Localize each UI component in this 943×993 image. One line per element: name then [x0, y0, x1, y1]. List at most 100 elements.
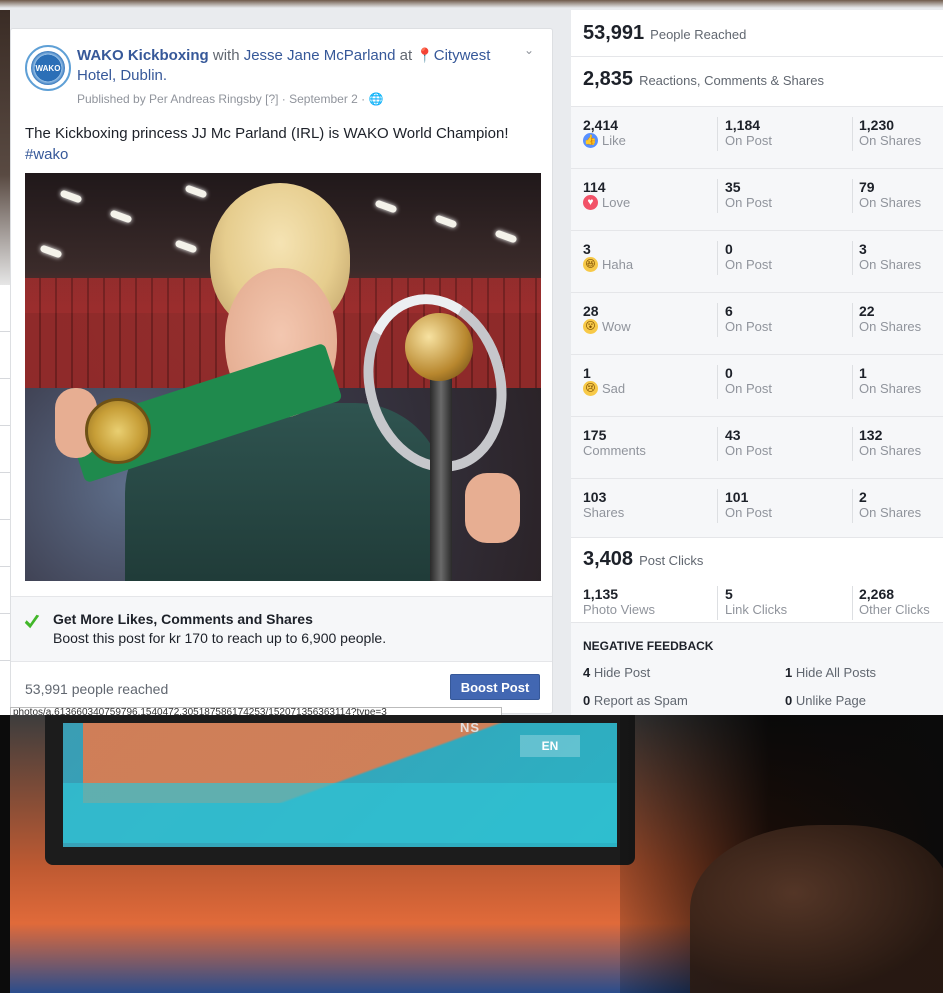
other-clicks-label: Other Clicks — [859, 602, 930, 617]
on-shares-label: On Shares — [859, 133, 922, 148]
on-post-label: On Post — [725, 319, 772, 334]
boost-post-button[interactable]: Boost Post — [450, 674, 540, 700]
total-number: 2,414 — [583, 117, 619, 133]
on-post-label: On Post — [725, 381, 772, 396]
on-post-label: On Post — [725, 133, 772, 148]
boost-promo: Get More Likes, Comments and Shares Boos… — [11, 596, 552, 662]
photo-views-number: 1,135 — [583, 586, 619, 602]
total-cell: 103 Shares — [583, 489, 624, 520]
total-cell: 175 Comments — [583, 427, 646, 458]
wow-icon: 😮 — [583, 319, 598, 334]
photo-views-label: Photo Views — [583, 602, 656, 617]
stat-row-haha: 3 😆 Haha 0 On Post 3 On Shares — [571, 230, 943, 292]
total-cell: 3 😆 Haha — [583, 241, 633, 272]
chevron-down-icon[interactable]: ⌄ — [524, 43, 538, 57]
page-name-link[interactable]: WAKO Kickboxing — [77, 47, 209, 64]
separator — [717, 241, 718, 275]
total-number: 3 — [583, 241, 591, 257]
post-clicks-block: 3,408 Post Clicks 1,135 Photo Views 5 Link … — [571, 537, 943, 621]
row-label: Haha — [602, 257, 634, 272]
separator — [717, 179, 718, 213]
post-body: The Kickboxing princess JJ Mc Parland (I… — [25, 123, 545, 165]
on-post-label: On Post — [725, 505, 772, 520]
separator — [852, 241, 853, 275]
on-shares-cell: 3 On Shares — [859, 241, 921, 272]
on-post-number: 35 — [725, 179, 741, 195]
total-cell: 1 😢 Sad — [583, 365, 625, 396]
negative-feedback-title: NEGATIVE FEEDBACK — [583, 639, 714, 653]
separator — [852, 179, 853, 213]
reactions-number: 2,835 — [583, 68, 634, 90]
total-number: 28 — [583, 303, 599, 319]
on-post-number: 6 — [725, 303, 733, 319]
hide-all-label: Hide All Posts — [795, 665, 877, 680]
trophy-stem — [430, 373, 452, 581]
tagged-person-link[interactable]: Jesse Jane McParland — [244, 47, 396, 64]
on-post-cell: 35 On Post — [725, 179, 772, 210]
like-icon: 👍 — [583, 133, 598, 148]
separator — [717, 303, 718, 337]
on-post-cell: 101 On Post — [725, 489, 772, 520]
on-shares-label: On Shares — [859, 443, 922, 458]
haha-icon: 😆 — [583, 257, 598, 272]
people-reached-stat: 53,991 People Reached — [583, 22, 746, 45]
post-header-text: WAKO Kickboxing with Jesse Jane McParlan… — [77, 45, 517, 109]
on-post-cell: 43 On Post — [725, 427, 772, 458]
on-post-label: On Post — [725, 443, 772, 458]
page-avatar[interactable]: WAKO — [25, 45, 71, 91]
separator — [852, 427, 853, 461]
spam-number: 0 — [583, 693, 591, 708]
row-label: Love — [602, 195, 631, 210]
reactions-label: Reactions, Comments & Shares — [639, 73, 825, 88]
on-post-number: 101 — [725, 489, 749, 505]
sad-icon: 😢 — [583, 381, 598, 396]
boost-title: Get More Likes, Comments and Shares — [53, 611, 313, 627]
spam-label: Report as Spam — [593, 693, 688, 708]
on-post-number: 0 — [725, 241, 733, 257]
on-post-cell: 0 On Post — [725, 241, 772, 272]
row-label: Sad — [602, 381, 626, 396]
on-shares-number: 1,230 — [859, 117, 895, 133]
total-cell: 28 😮 Wow — [583, 303, 631, 334]
row-label: Wow — [602, 319, 631, 334]
boost-subtitle: Boost this post for kr 170 to reach up t… — [53, 630, 387, 646]
stat-row-like: 2,414 👍 Like 1,184 On Post 1,230 On Shares — [571, 106, 943, 168]
separator — [717, 586, 718, 620]
on-shares-label: On Shares — [859, 257, 922, 272]
unlike-number: 0 — [785, 693, 793, 708]
right-hand — [465, 473, 520, 543]
hashtag-link[interactable]: #wako — [25, 144, 545, 165]
hide-post-number: 4 — [583, 665, 591, 680]
people-reached-text: 53,991 people reached — [25, 681, 169, 697]
total-number: 103 — [583, 489, 607, 505]
left-frame — [0, 715, 943, 993]
on-post-label: On Post — [725, 195, 772, 210]
link-clicks-cell: 5 Link Clicks — [725, 586, 787, 617]
total-number: 114 — [583, 179, 606, 195]
on-shares-cell: 79 On Shares — [859, 179, 921, 210]
people-reached-number: 53,991 — [583, 22, 645, 44]
separator — [852, 365, 853, 399]
post-body-text: The Kickboxing princess JJ Mc Parland (I… — [25, 125, 509, 142]
row-label: Comments — [583, 443, 646, 458]
separator — [852, 303, 853, 337]
other-clicks-number: 2,268 — [859, 586, 895, 602]
at-word: at — [395, 47, 417, 64]
post-header: WAKO ⌄ WAKO Kickboxing with Jesse Jane M… — [25, 43, 538, 123]
published-meta: Published by Per Andreas Ringsby [?] · S… — [77, 89, 517, 109]
row-label: Like — [602, 133, 626, 148]
on-post-cell: 1,184 On Post — [725, 117, 772, 148]
on-shares-cell: 2 On Shares — [859, 489, 921, 520]
on-post-number: 43 — [725, 427, 741, 443]
stat-row-wow: 28 😮 Wow 6 On Post 22 On Shares — [571, 292, 943, 354]
link-clicks-number: 5 — [725, 586, 733, 602]
separator — [717, 117, 718, 151]
love-icon: ♥ — [583, 195, 598, 210]
on-shares-number: 79 — [859, 179, 875, 195]
separator — [717, 489, 718, 523]
on-shares-number: 2 — [859, 489, 867, 505]
post-photo[interactable] — [25, 173, 541, 581]
on-shares-number: 132 — [859, 427, 883, 443]
separator — [717, 365, 718, 399]
post-card: WAKO ⌄ WAKO Kickboxing with Jesse Jane M… — [10, 28, 553, 714]
